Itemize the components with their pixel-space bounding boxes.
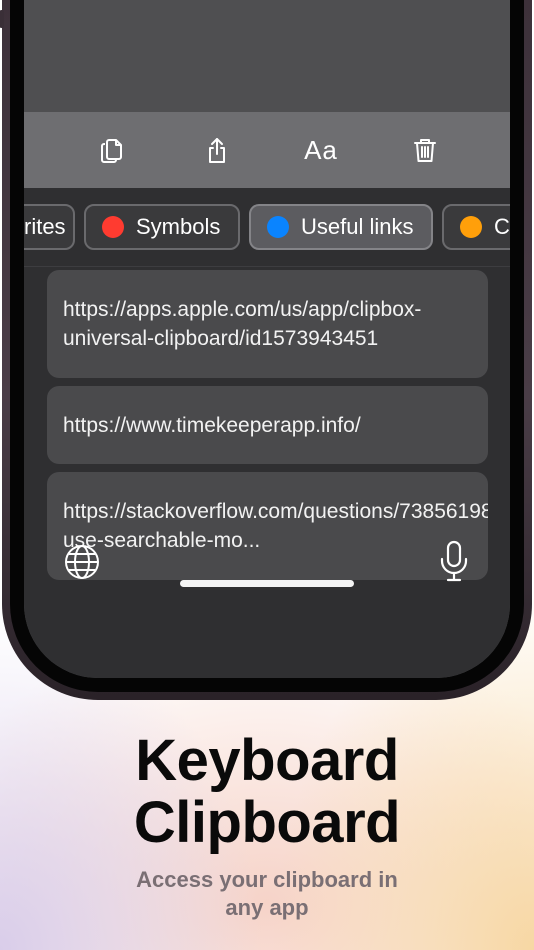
- headline: Keyboard Clipboard: [0, 730, 534, 854]
- blue-dot-icon: [267, 216, 289, 238]
- share-button[interactable]: [194, 127, 240, 173]
- home-indicator: [180, 580, 354, 587]
- clip-item[interactable]: https://apps.apple.com/us/app/clipbox-un…: [47, 270, 488, 378]
- headline-line: Clipboard: [133, 790, 401, 855]
- clip-toolbar: Aa: [24, 112, 510, 188]
- category-chip-favorites[interactable]: rites: [24, 204, 75, 250]
- trash-icon: [414, 139, 436, 162]
- text-format-button[interactable]: Aa: [298, 127, 344, 173]
- divider: [24, 266, 510, 267]
- clip-text: https://apps.apple.com/us/app/clipbox-un…: [63, 298, 422, 350]
- clip-item[interactable]: https://www.timekeeperapp.info/: [47, 386, 488, 464]
- share-icon: [209, 138, 225, 163]
- category-chip-symbols[interactable]: Symbols: [84, 204, 240, 250]
- microphone-icon[interactable]: [438, 540, 470, 582]
- headline-line: Keyboard: [135, 728, 399, 793]
- delete-button[interactable]: [402, 127, 448, 173]
- orange-dot-icon: [460, 216, 482, 238]
- keyboard-extension: rites Symbols Useful links C https://app…: [24, 188, 510, 678]
- text-format-label: Aa: [304, 134, 338, 165]
- category-label: Symbols: [136, 214, 221, 239]
- category-label: C: [494, 214, 510, 239]
- category-label: rites: [24, 214, 66, 239]
- category-chip-useful-links[interactable]: Useful links: [249, 204, 433, 250]
- subhead-line: any app: [225, 895, 309, 920]
- category-bar: rites Symbols Useful links C: [24, 204, 510, 250]
- subheadline: Access your clipboard in any app: [0, 866, 534, 922]
- copy-icon: [101, 139, 122, 163]
- globe-icon[interactable]: [62, 542, 102, 582]
- phone-frame: Aa rites Symbols Useful links C https://…: [0, 0, 532, 700]
- phone-bezel: Aa rites Symbols Useful links C https://…: [10, 0, 524, 692]
- clip-text: https://www.timekeeperapp.info/: [63, 413, 361, 437]
- subhead-line: Access your clipboard in: [136, 867, 398, 892]
- red-dot-icon: [102, 216, 124, 238]
- category-chip-partial[interactable]: C: [442, 204, 510, 250]
- copy-button[interactable]: [90, 127, 136, 173]
- phone-screen: Aa rites Symbols Useful links C https://…: [24, 0, 510, 678]
- side-button: [0, 10, 4, 28]
- category-label: Useful links: [301, 214, 414, 239]
